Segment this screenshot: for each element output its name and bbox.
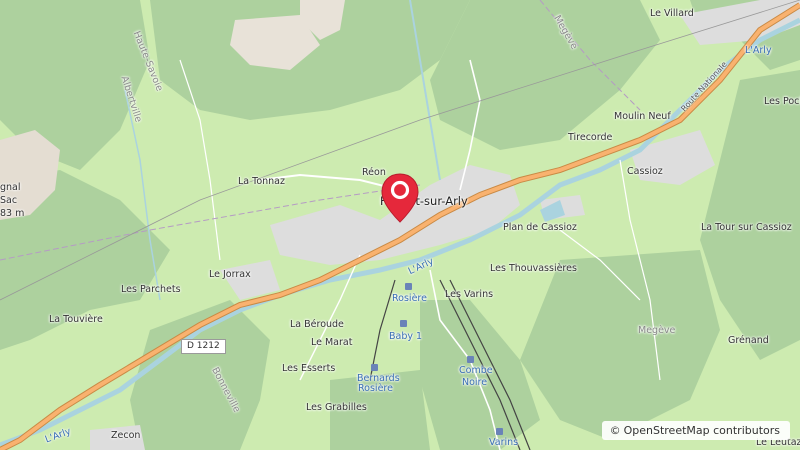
map-pin-icon[interactable]	[379, 172, 421, 224]
attribution-link[interactable]: OpenStreetMap contributors	[624, 424, 780, 437]
place-label: Moulin Neuf	[614, 111, 671, 122]
map-attribution[interactable]: © OpenStreetMap contributors	[601, 421, 790, 440]
place-label: Plan de Cassioz	[503, 222, 577, 233]
place-label: Grénand	[728, 335, 769, 346]
ski-lift-icon	[400, 320, 407, 327]
ski-lift-icon	[405, 283, 412, 290]
place-label: 83 m	[0, 208, 25, 219]
place-label: Les Pock	[764, 96, 800, 107]
place-label: Zecon	[111, 430, 141, 441]
lift-label: Noire	[462, 377, 488, 388]
place-label: Les Grabilles	[306, 402, 367, 413]
river-label: L'Arly	[745, 45, 772, 56]
place-label: Sac	[0, 195, 18, 206]
map-canvas[interactable]: Le Villard Haute-Savoie Albertville Megè…	[0, 0, 800, 450]
lift-label: Varins	[489, 437, 519, 448]
lift-label: Rosière	[358, 383, 393, 394]
place-label: Les Parchets	[121, 284, 181, 295]
place-label: La Touvière	[49, 314, 103, 325]
place-label: La Béroude	[290, 319, 344, 330]
place-label: Le Villard	[650, 8, 694, 19]
place-label: La Tour sur Cassioz	[701, 222, 792, 233]
place-label: La Tonnaz	[238, 176, 285, 187]
place-label: Tirecorde	[568, 132, 613, 143]
ski-lift-icon	[467, 356, 474, 363]
lift-label: Combe	[459, 365, 493, 376]
place-label: Le Marat	[311, 337, 353, 348]
lift-label: Rosière	[392, 293, 427, 304]
copyright-icon: ©	[609, 424, 621, 437]
place-label: Les Esserts	[282, 363, 336, 374]
place-label: gnal	[0, 182, 21, 193]
road-shield: D 1212	[181, 339, 226, 354]
ski-lift-icon	[371, 364, 378, 371]
region-label: Megève	[638, 325, 676, 336]
place-label: Les Varins	[445, 289, 494, 300]
lift-label: Baby 1	[389, 331, 423, 342]
place-label: Les Thouvassières	[490, 263, 577, 274]
map-tiles	[0, 0, 800, 450]
ski-lift-icon	[496, 428, 503, 435]
place-label: Cassioz	[627, 166, 663, 177]
place-label: Le Jorrax	[209, 269, 251, 280]
